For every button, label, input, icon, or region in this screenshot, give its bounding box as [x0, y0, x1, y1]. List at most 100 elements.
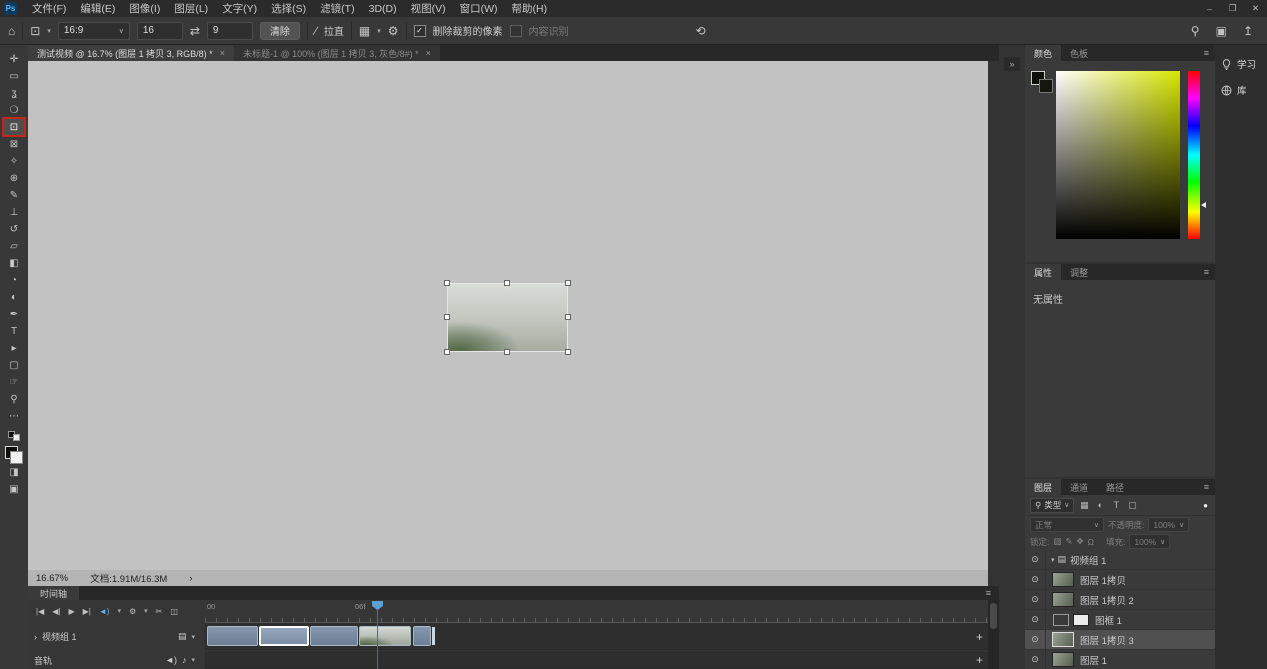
add-audio-button[interactable]: +	[976, 653, 983, 667]
track-options-icon[interactable]: ▤	[178, 631, 187, 642]
collapse-panels-icon[interactable]: »	[1004, 57, 1020, 71]
audio-track-lane[interactable]	[205, 651, 988, 669]
pixel-layer-filter-icon[interactable]: ▦	[1078, 500, 1090, 511]
layer-name[interactable]: 图层 1拷贝 2	[1080, 593, 1134, 607]
object-selection-tool[interactable]: ❍	[4, 102, 24, 118]
menu-item-help[interactable]: 帮助(H)	[505, 0, 555, 17]
lock-position-icon[interactable]: ✥	[1077, 536, 1084, 547]
video-clip[interactable]	[413, 626, 431, 646]
gradient-tool[interactable]: ◧	[4, 255, 24, 271]
clear-button[interactable]: 清除	[260, 22, 300, 40]
delete-cropped-pixels-checkbox[interactable]: ✓	[414, 25, 426, 37]
video-clip-selected[interactable]	[259, 626, 309, 646]
lock-all-icon[interactable]: Ω	[1088, 537, 1094, 547]
status-chevron-icon[interactable]: ›	[189, 573, 192, 584]
menu-item-3d[interactable]: 3D(D)	[362, 0, 404, 17]
crop-handle-w[interactable]	[444, 314, 450, 320]
visibility-eye-icon[interactable]: ⊙	[1025, 650, 1046, 669]
menu-item-select[interactable]: 选择(S)	[264, 0, 313, 17]
rectangle-tool[interactable]: ▢	[4, 357, 24, 373]
crop-width-field[interactable]: 16	[137, 22, 183, 40]
layer-name[interactable]: 视频组 1	[1070, 553, 1106, 567]
move-tool[interactable]: ✛	[4, 51, 24, 67]
layer-name[interactable]: 图层 1拷贝 3	[1080, 633, 1134, 647]
tab-properties[interactable]: 属性	[1025, 264, 1061, 280]
rectangular-marquee-tool[interactable]: ▭	[4, 68, 24, 84]
lock-transparency-icon[interactable]: ▨	[1053, 536, 1061, 547]
tab-paths[interactable]: 路径	[1097, 479, 1133, 495]
video-clip[interactable]	[310, 626, 358, 646]
crop-handle-n[interactable]	[504, 280, 510, 286]
crop-handle-nw[interactable]	[444, 280, 450, 286]
crop-handle-se[interactable]	[565, 349, 571, 355]
panel-menu-icon[interactable]: ≡	[1198, 264, 1215, 280]
add-media-button[interactable]: +	[976, 630, 983, 644]
close-tab-icon[interactable]: ×	[220, 48, 225, 58]
minimize-button[interactable]: –	[1198, 0, 1221, 17]
learn-button[interactable]: 学习	[1215, 51, 1267, 77]
clone-stamp-tool[interactable]: ⊥	[4, 204, 24, 220]
foreground-background-swatches[interactable]	[5, 446, 23, 464]
panel-menu-icon[interactable]: ≡	[1198, 479, 1215, 495]
shape-layer-filter-icon[interactable]: ▢	[1126, 500, 1138, 511]
hue-slider[interactable]	[1188, 71, 1200, 239]
expand-chevron-icon[interactable]: ›	[34, 632, 37, 642]
previous-frame-button[interactable]: ◀|	[52, 607, 60, 616]
menu-item-file[interactable]: 文件(F)	[25, 0, 73, 17]
first-frame-button[interactable]: |◀	[36, 607, 44, 616]
play-button[interactable]: ▶	[68, 607, 74, 616]
type-tool[interactable]: T	[4, 323, 24, 339]
history-brush-tool[interactable]: ↺	[4, 221, 24, 237]
home-icon[interactable]: ⌂	[8, 24, 15, 38]
layer-row[interactable]: ⊙ 图层 1拷贝	[1025, 570, 1215, 590]
close-tab-icon[interactable]: ×	[426, 48, 431, 58]
chevron-down-icon[interactable]: ▾	[47, 27, 51, 35]
tab-adjustments[interactable]: 调整	[1061, 264, 1097, 280]
layer-row[interactable]: ⊙ 图层 1	[1025, 650, 1215, 669]
content-aware-checkbox[interactable]	[510, 25, 522, 37]
crop-handle-ne[interactable]	[565, 280, 571, 286]
close-button[interactable]: ✕	[1244, 0, 1267, 17]
crop-handle-s[interactable]	[504, 349, 510, 355]
clip-end-handle[interactable]	[432, 627, 435, 645]
straighten-icon[interactable]: ∕	[315, 24, 317, 38]
background-color-swatch[interactable]	[10, 451, 23, 464]
timeline-menu-icon[interactable]: ≡	[986, 586, 999, 600]
reset-icon[interactable]: ⟲	[696, 24, 706, 38]
dodge-tool[interactable]: ◐	[4, 289, 24, 305]
lasso-tool[interactable]: ʓ	[4, 85, 24, 101]
transition-icon[interactable]: ◫	[170, 607, 178, 616]
crop-height-field[interactable]: 9	[207, 22, 253, 40]
crop-handle-sw[interactable]	[444, 349, 450, 355]
eraser-tool[interactable]: ▱	[4, 238, 24, 254]
adjustment-layer-filter-icon[interactable]: ◐	[1094, 500, 1106, 510]
video-track-label[interactable]: › 视频组 1 ▤ ▾	[28, 623, 205, 650]
menu-item-image[interactable]: 图像(I)	[122, 0, 167, 17]
default-colors-icon[interactable]	[8, 431, 20, 441]
zoom-level-field[interactable]: 16.67%	[36, 573, 68, 584]
filter-toggle-icon[interactable]: ●	[1203, 501, 1210, 510]
frame-tool[interactable]: ⊠	[4, 136, 24, 152]
opacity-select[interactable]: 100% ∨	[1148, 517, 1189, 532]
audio-mute-button[interactable]: ◄)	[99, 607, 110, 616]
layer-name[interactable]: 图层 1	[1080, 653, 1107, 667]
eyedropper-tool[interactable]: ✧	[4, 153, 24, 169]
overlay-options-icon[interactable]: ▦	[359, 24, 370, 38]
workspace-icon[interactable]: ▣	[1216, 24, 1227, 38]
crop-tool-preset-icon[interactable]: ⊡	[30, 24, 40, 38]
document-tab-active[interactable]: 测试视频 @ 16.7% (图层 1 拷贝 3, RGB/8) * ×	[28, 45, 234, 61]
menu-item-view[interactable]: 视图(V)	[404, 0, 453, 17]
swap-dimensions-icon[interactable]: ⇄	[190, 24, 200, 38]
menu-item-edit[interactable]: 编辑(E)	[73, 0, 122, 17]
restore-button[interactable]: ❐	[1221, 0, 1244, 17]
menu-item-window[interactable]: 窗口(W)	[453, 0, 505, 17]
document-tab-inactive[interactable]: 未标题-1 @ 100% (图层 1 拷贝 3, 灰色/8#) * ×	[234, 45, 440, 61]
crop-tool[interactable]: ⊡	[4, 119, 24, 135]
music-note-icon[interactable]: ♪	[182, 655, 187, 665]
quick-mask-button[interactable]: ◨	[4, 464, 24, 480]
video-clip[interactable]	[207, 626, 258, 646]
hue-slider-marker[interactable]	[1201, 202, 1206, 208]
timeline-settings-gear-icon[interactable]: ⚙	[129, 607, 136, 616]
visibility-eye-icon[interactable]: ⊙	[1025, 610, 1046, 629]
crop-handle-e[interactable]	[565, 314, 571, 320]
